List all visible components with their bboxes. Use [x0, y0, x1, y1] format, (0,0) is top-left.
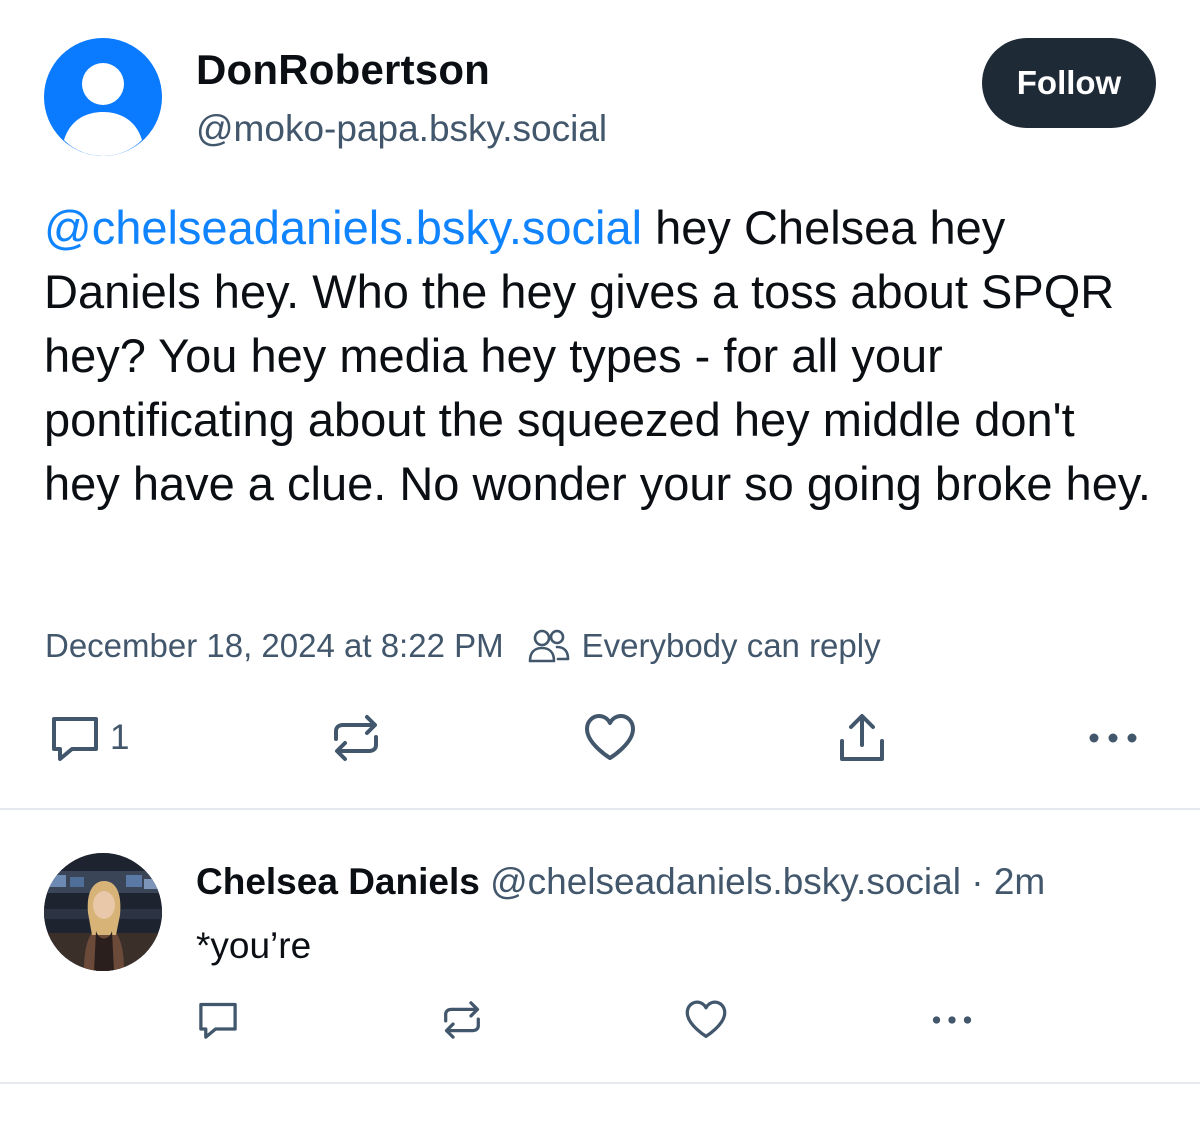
share-icon: [840, 714, 884, 761]
mention-link[interactable]: @chelseadaniels.bsky.social: [44, 201, 642, 254]
more-button[interactable]: [1086, 710, 1140, 766]
people-icon: [528, 629, 569, 663]
like-button[interactable]: [684, 998, 728, 1047]
profile-photo: [44, 853, 162, 971]
more-button[interactable]: [930, 998, 974, 1047]
reply-author-name[interactable]: Chelsea Daniels: [196, 861, 480, 902]
reply-time[interactable]: 2m: [994, 861, 1045, 902]
post-meta: December 18, 2024 at 8:22 PM Everybody c…: [45, 626, 881, 666]
separator: ·: [971, 861, 984, 902]
avatar[interactable]: [44, 853, 162, 971]
reply-button[interactable]: 1: [48, 710, 129, 766]
repost-button[interactable]: [440, 998, 484, 1047]
more-icon: [1089, 733, 1137, 743]
post-header: DonRobertson @moko-papa.bsky.social Foll…: [44, 38, 1156, 158]
repost-icon: [444, 1001, 480, 1039]
reply-icon: [52, 717, 98, 761]
reply-count: 1: [110, 718, 130, 757]
reply-setting[interactable]: Everybody can reply: [528, 627, 881, 665]
divider: [0, 808, 1200, 810]
reply-setting-label: Everybody can reply: [581, 627, 881, 664]
repost-button[interactable]: [330, 710, 382, 766]
like-button[interactable]: [583, 710, 637, 766]
reply-header: Chelsea Daniels @chelseadaniels.bsky.soc…: [196, 861, 1045, 903]
post-timestamp: December 18, 2024 at 8:22 PM: [45, 627, 504, 664]
avatar[interactable]: [44, 38, 162, 156]
post-text: @chelseadaniels.bsky.social hey Chelsea …: [44, 196, 1154, 516]
reply-text: *you’re: [196, 925, 312, 966]
reply-author-handle[interactable]: @chelseadaniels.bsky.social: [490, 861, 961, 902]
default-avatar-icon: [64, 63, 142, 156]
like-icon: [585, 714, 635, 760]
author-handle[interactable]: @moko-papa.bsky.social: [196, 108, 607, 150]
like-icon: [685, 1000, 727, 1038]
reply-button[interactable]: [196, 998, 240, 1047]
author-name[interactable]: DonRobertson: [196, 46, 490, 94]
reply-icon: [199, 1002, 237, 1039]
share-button[interactable]: [836, 710, 888, 766]
divider: [0, 1082, 1200, 1084]
repost-icon: [334, 715, 378, 761]
more-icon: [932, 1016, 972, 1024]
reply-post[interactable]: Chelsea Daniels @chelseadaniels.bsky.soc…: [44, 853, 1156, 1053]
follow-button[interactable]: Follow: [982, 38, 1156, 128]
